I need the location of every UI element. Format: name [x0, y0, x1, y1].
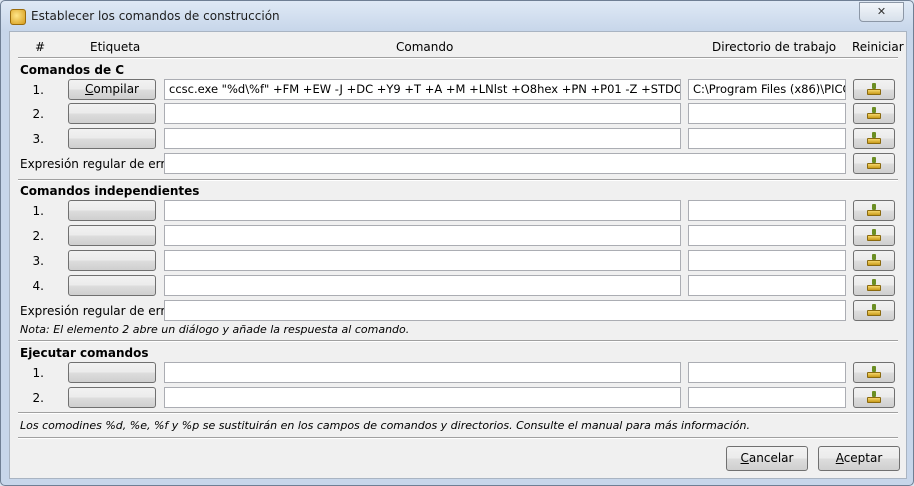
error-regex-label-ind: Expresión regular de error: [20, 304, 182, 318]
broom-icon [867, 279, 881, 292]
label-button-c-2[interactable] [68, 103, 156, 124]
row-number: 2. [32, 229, 44, 243]
workdir-field-c-2[interactable] [688, 103, 846, 124]
broom-icon [867, 366, 881, 379]
footer-divider [18, 437, 898, 439]
workdir-field-exec-1[interactable] [688, 362, 846, 383]
command-field-exec-1[interactable] [164, 362, 681, 383]
reset-button-c-3[interactable] [853, 128, 895, 149]
reset-button-ind-2[interactable] [853, 225, 895, 246]
workdir-field-ind-2[interactable] [688, 225, 846, 246]
workdir-field-c-3[interactable] [688, 128, 846, 149]
column-header-reset: Reiniciar [852, 40, 904, 54]
label-button-exec-2[interactable] [68, 387, 156, 408]
workdir-field-ind-3[interactable] [688, 250, 846, 271]
row-number: 3. [32, 254, 44, 268]
section-title-c-commands: Comandos de C [20, 63, 125, 77]
workdir-field-exec-2[interactable] [688, 387, 846, 408]
title-bar[interactable]: Establecer los comandos de construcción … [1, 1, 913, 31]
reset-button-regex-ind[interactable] [853, 300, 895, 321]
error-regex-label-c: Expresión regular de error: [20, 157, 182, 171]
command-field-ind-3[interactable] [164, 250, 681, 271]
label-button-ind-1[interactable] [68, 200, 156, 221]
label-button-ind-4[interactable] [68, 275, 156, 296]
column-header-label: Etiqueta [90, 40, 141, 54]
broom-icon [867, 391, 881, 404]
row-number: 2. [32, 107, 44, 121]
window-title: Establecer los comandos de construcción [31, 9, 280, 23]
row-number: 2. [32, 391, 44, 405]
header-divider [18, 57, 898, 59]
column-header-command: Comando [396, 40, 454, 54]
command-field-ind-1[interactable] [164, 200, 681, 221]
error-regex-field-c[interactable] [164, 153, 846, 174]
reset-button-c-1[interactable] [853, 79, 895, 100]
label-button-exec-1[interactable] [68, 362, 156, 383]
section-title-execute-commands: Ejecutar comandos [20, 346, 149, 360]
section-divider [18, 412, 898, 414]
broom-icon [867, 254, 881, 267]
cancel-button[interactable]: Cancelar [726, 446, 808, 471]
broom-icon [867, 304, 881, 317]
label-button-c-3[interactable] [68, 128, 156, 149]
column-header-number: # [35, 40, 46, 54]
reset-button-ind-1[interactable] [853, 200, 895, 221]
reset-button-exec-2[interactable] [853, 387, 895, 408]
dialog-window: Establecer los comandos de construcción … [0, 0, 914, 486]
row-number: 3. [32, 132, 44, 146]
workdir-field-ind-4[interactable] [688, 275, 846, 296]
row-number: 1. [32, 83, 44, 97]
command-field-exec-2[interactable] [164, 387, 681, 408]
row-number: 1. [32, 366, 44, 380]
column-header-workdir: Directorio de trabajo [712, 40, 837, 54]
reset-button-c-2[interactable] [853, 103, 895, 124]
reset-button-ind-4[interactable] [853, 275, 895, 296]
row-number: 4. [32, 279, 44, 293]
reset-button-exec-1[interactable] [853, 362, 895, 383]
dialog-content: # Etiqueta Comando Directorio de trabajo… [9, 31, 907, 479]
section-divider [18, 179, 898, 181]
label-button-ind-3[interactable] [68, 250, 156, 271]
geany-icon [10, 9, 26, 25]
close-icon[interactable]: ✕ [859, 2, 904, 22]
accept-button[interactable]: Aceptar [818, 446, 900, 471]
independent-note: Nota: El elemento 2 abre un diálogo y añ… [20, 323, 410, 336]
broom-icon [867, 229, 881, 242]
broom-icon [867, 132, 881, 145]
command-field-ind-2[interactable] [164, 225, 681, 246]
command-field-c-1[interactable]: ccsc.exe "%d\%f" +FM +EW -J +DC +Y9 +T +… [164, 79, 681, 100]
command-field-c-3[interactable] [164, 128, 681, 149]
row-number: 1. [32, 204, 44, 218]
broom-icon [867, 157, 881, 170]
label-button-ind-2[interactable] [68, 225, 156, 246]
reset-button-regex-c[interactable] [853, 153, 895, 174]
placeholders-note: Los comodines %d, %e, %f y %p se sustitu… [20, 419, 750, 432]
label-button-c-1[interactable]: Compilar [68, 79, 156, 100]
section-title-independent-commands: Comandos independientes [20, 184, 200, 198]
workdir-field-ind-1[interactable] [688, 200, 846, 221]
broom-icon [867, 83, 881, 96]
section-divider [18, 340, 898, 342]
error-regex-field-ind[interactable] [164, 300, 846, 321]
command-field-ind-4[interactable] [164, 275, 681, 296]
workdir-field-c-1[interactable]: C:\Program Files (x86)\PICC [688, 79, 846, 100]
command-field-c-2[interactable] [164, 103, 681, 124]
reset-button-ind-3[interactable] [853, 250, 895, 271]
broom-icon [867, 204, 881, 217]
broom-icon [867, 107, 881, 120]
